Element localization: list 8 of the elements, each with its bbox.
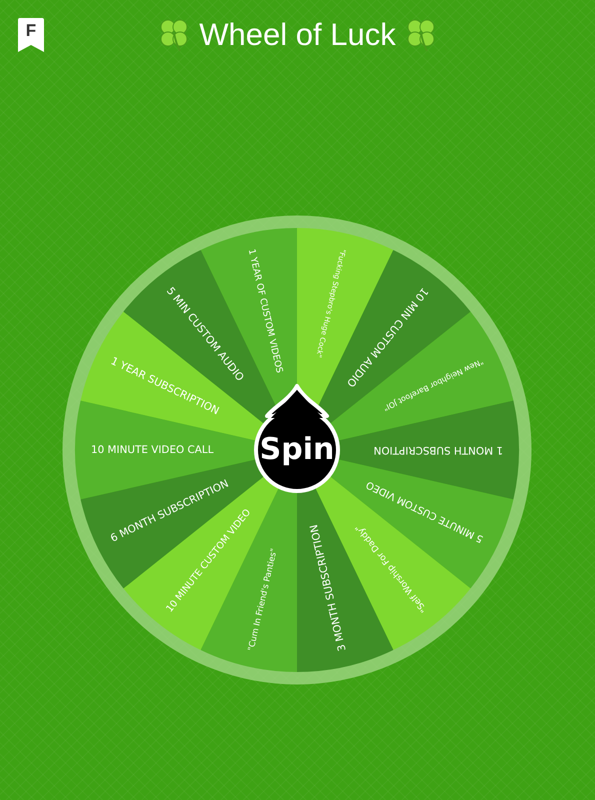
segment-label: "Cum In Friend's Panties" <box>246 547 279 652</box>
clover-icon <box>406 18 436 52</box>
segment-label: 1 YEAR OF CUSTOM VIDEOS <box>246 248 284 374</box>
page-title: Wheel of Luck <box>199 17 396 53</box>
segment-label: 10 MINUTE VIDEO CALL <box>91 444 214 456</box>
segment-label: 1 MONTH SUBSCRIPTION <box>374 444 503 456</box>
logo-icon: F <box>18 18 44 52</box>
clover-icon <box>159 18 190 52</box>
